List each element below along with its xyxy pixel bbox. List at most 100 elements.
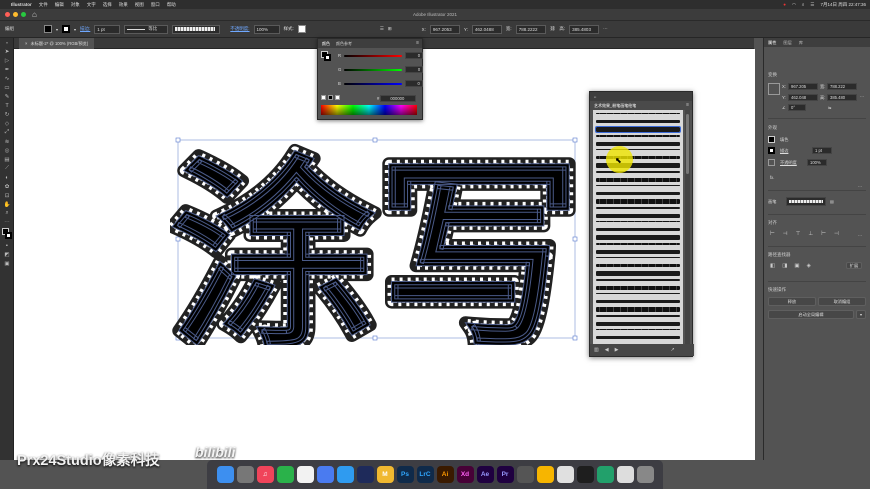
dock-finalcut-icon[interactable] [516, 466, 534, 483]
screen-mode-icon[interactable]: ▣ [0, 259, 14, 268]
brush-swatch[interactable] [596, 242, 680, 245]
warp-tool-icon[interactable]: ≋ [0, 137, 14, 146]
dock-chrome-icon[interactable] [556, 466, 574, 483]
control-center-icon[interactable]: ☰ [810, 2, 814, 8]
search-icon[interactable]: ⌕ [802, 2, 805, 7]
release-button[interactable]: 释放 [768, 297, 816, 306]
brush-swatch[interactable] [596, 134, 680, 137]
brush-swatch[interactable] [596, 185, 680, 186]
intersect-icon[interactable]: ▣ [794, 263, 799, 269]
curvature-tool-icon[interactable]: ∿ [0, 74, 14, 83]
paintbrush-tool-icon[interactable]: ✎ [0, 92, 14, 101]
prop-x-field[interactable]: 967.205 [788, 83, 818, 90]
previous-library-icon[interactable]: ◀ [605, 347, 609, 353]
artboard-tool-icon[interactable]: ⊡ [0, 191, 14, 200]
brush-swatch[interactable] [596, 293, 680, 294]
brush-swatch[interactable] [596, 120, 680, 124]
scrollbar-thumb[interactable] [686, 114, 689, 174]
next-library-icon[interactable]: ▶ [615, 347, 619, 353]
brush-swatch[interactable] [596, 257, 680, 258]
tab-color[interactable]: 颜色 [322, 41, 330, 47]
gradient-tool-icon[interactable]: ▤ [0, 155, 14, 164]
align-top-icon[interactable]: ⊥ [808, 231, 813, 237]
dock-sketch-icon[interactable] [536, 466, 554, 483]
tab-libraries[interactable]: 库 [799, 40, 803, 46]
dock-finder-icon[interactable] [216, 466, 234, 483]
wifi-icon[interactable]: ◠ [792, 2, 796, 8]
stroke-link[interactable]: 描边: [80, 26, 90, 32]
dock-premiere-icon[interactable]: Pr [496, 466, 514, 483]
menu-select[interactable]: 选择 [103, 2, 112, 8]
appearance-stroke-field[interactable]: 1 pt [812, 147, 832, 154]
global-edit-button[interactable]: 启动全局编辑 [768, 310, 854, 319]
add-library-icon[interactable]: ↗ [670, 347, 674, 353]
align-bottom-icon[interactable]: ⊣ [834, 231, 839, 237]
pen-tool-icon[interactable]: ✒ [0, 65, 14, 74]
flip-icon[interactable]: ⇋ [828, 105, 832, 110]
menu-window[interactable]: 窗口 [151, 2, 160, 8]
dock-xd-icon[interactable]: Xd [456, 466, 474, 483]
blue-slider-row[interactable]: B 0 [338, 80, 423, 87]
clock[interactable]: 7月14日 周四 22:47:36 [820, 2, 866, 8]
brush-select[interactable] [786, 197, 826, 206]
expand-button[interactable]: 扩展 [846, 262, 862, 269]
panel-menu-icon[interactable]: ≡ [416, 40, 419, 46]
brush-swatch[interactable] [596, 213, 680, 218]
graphic-style-swatch[interactable] [297, 25, 306, 33]
appearance-opacity-field[interactable]: 100% [807, 159, 827, 166]
fill-stroke-control[interactable] [0, 227, 14, 241]
brush-swatch[interactable] [596, 264, 680, 268]
brush-swatch[interactable] [596, 228, 680, 232]
brush-swatch[interactable] [596, 170, 680, 173]
brush-swatch[interactable] [595, 126, 681, 134]
brush-swatch[interactable] [596, 321, 680, 326]
red-slider-row[interactable]: R 0 [338, 52, 424, 59]
dock-figma-icon[interactable] [576, 466, 594, 483]
appearance-fill-swatch[interactable] [768, 136, 775, 143]
brush-swatch[interactable] [596, 300, 680, 304]
chevron-down-icon[interactable]: ▾ [856, 310, 866, 319]
record-icon[interactable]: ● [783, 2, 786, 7]
library-menu-icon[interactable]: ▥ [594, 347, 599, 353]
chevron-down-icon[interactable]: ▾ [74, 27, 76, 32]
dock-cinema4d-icon[interactable] [356, 466, 374, 483]
dock-wechat-icon[interactable] [276, 466, 294, 483]
more-options-icon[interactable]: ⋯ [860, 94, 864, 99]
blue-value[interactable]: 0 [404, 80, 423, 87]
align-vcenter-icon[interactable]: ⊢ [821, 231, 826, 237]
dock-launchpad-icon[interactable] [236, 466, 254, 483]
exclude-icon[interactable]: ◈ [807, 263, 811, 269]
symbol-sprayer-icon[interactable]: ✿ [0, 182, 14, 191]
blue-slider[interactable] [343, 82, 402, 85]
opacity-link[interactable]: 不透明度: [230, 26, 249, 32]
fill-swatch[interactable] [44, 25, 52, 33]
dock-qq-icon[interactable] [296, 466, 314, 483]
brush-swatch[interactable] [596, 141, 680, 146]
menu-type[interactable]: 文字 [87, 2, 96, 8]
fill-stroke-indicator[interactable] [321, 51, 331, 61]
brush-options-icon[interactable]: ▤ [830, 199, 834, 204]
dock-lightroom-icon[interactable]: LrC [416, 466, 434, 483]
red-slider[interactable] [344, 54, 403, 57]
unite-icon[interactable]: ◧ [770, 263, 775, 269]
appearance-stroke-swatch[interactable] [768, 147, 775, 154]
brush-swatch[interactable] [596, 199, 680, 205]
prop-h-field[interactable]: 385.480 [827, 94, 857, 101]
menu-app-name[interactable]: Illustrator [11, 2, 32, 7]
green-value[interactable]: 0 [405, 66, 424, 73]
color-spectrum[interactable] [321, 105, 417, 115]
more-options-icon[interactable]: ⋯ [858, 184, 862, 189]
eyedropper-tool-icon[interactable]: ⟋ [0, 164, 14, 173]
variable-width-select[interactable]: 等比 [124, 24, 169, 34]
brush-swatch[interactable] [596, 285, 680, 290]
fx-button[interactable]: fx. [770, 175, 774, 180]
chevron-down-icon[interactable]: ▾ [56, 27, 58, 32]
prop-w-field[interactable]: 788.222 [827, 83, 857, 90]
type-tool-icon[interactable]: T [0, 101, 14, 110]
appearance-opacity-label[interactable]: 不透明度 [780, 160, 797, 166]
prop-y-field[interactable]: 462.048 [788, 94, 818, 101]
hand-tool-icon[interactable]: ✋ [0, 200, 14, 209]
rotate-tool-icon[interactable]: ↻ [0, 110, 14, 119]
brush-swatch[interactable] [596, 336, 680, 340]
red-value[interactable]: 0 [405, 52, 424, 59]
